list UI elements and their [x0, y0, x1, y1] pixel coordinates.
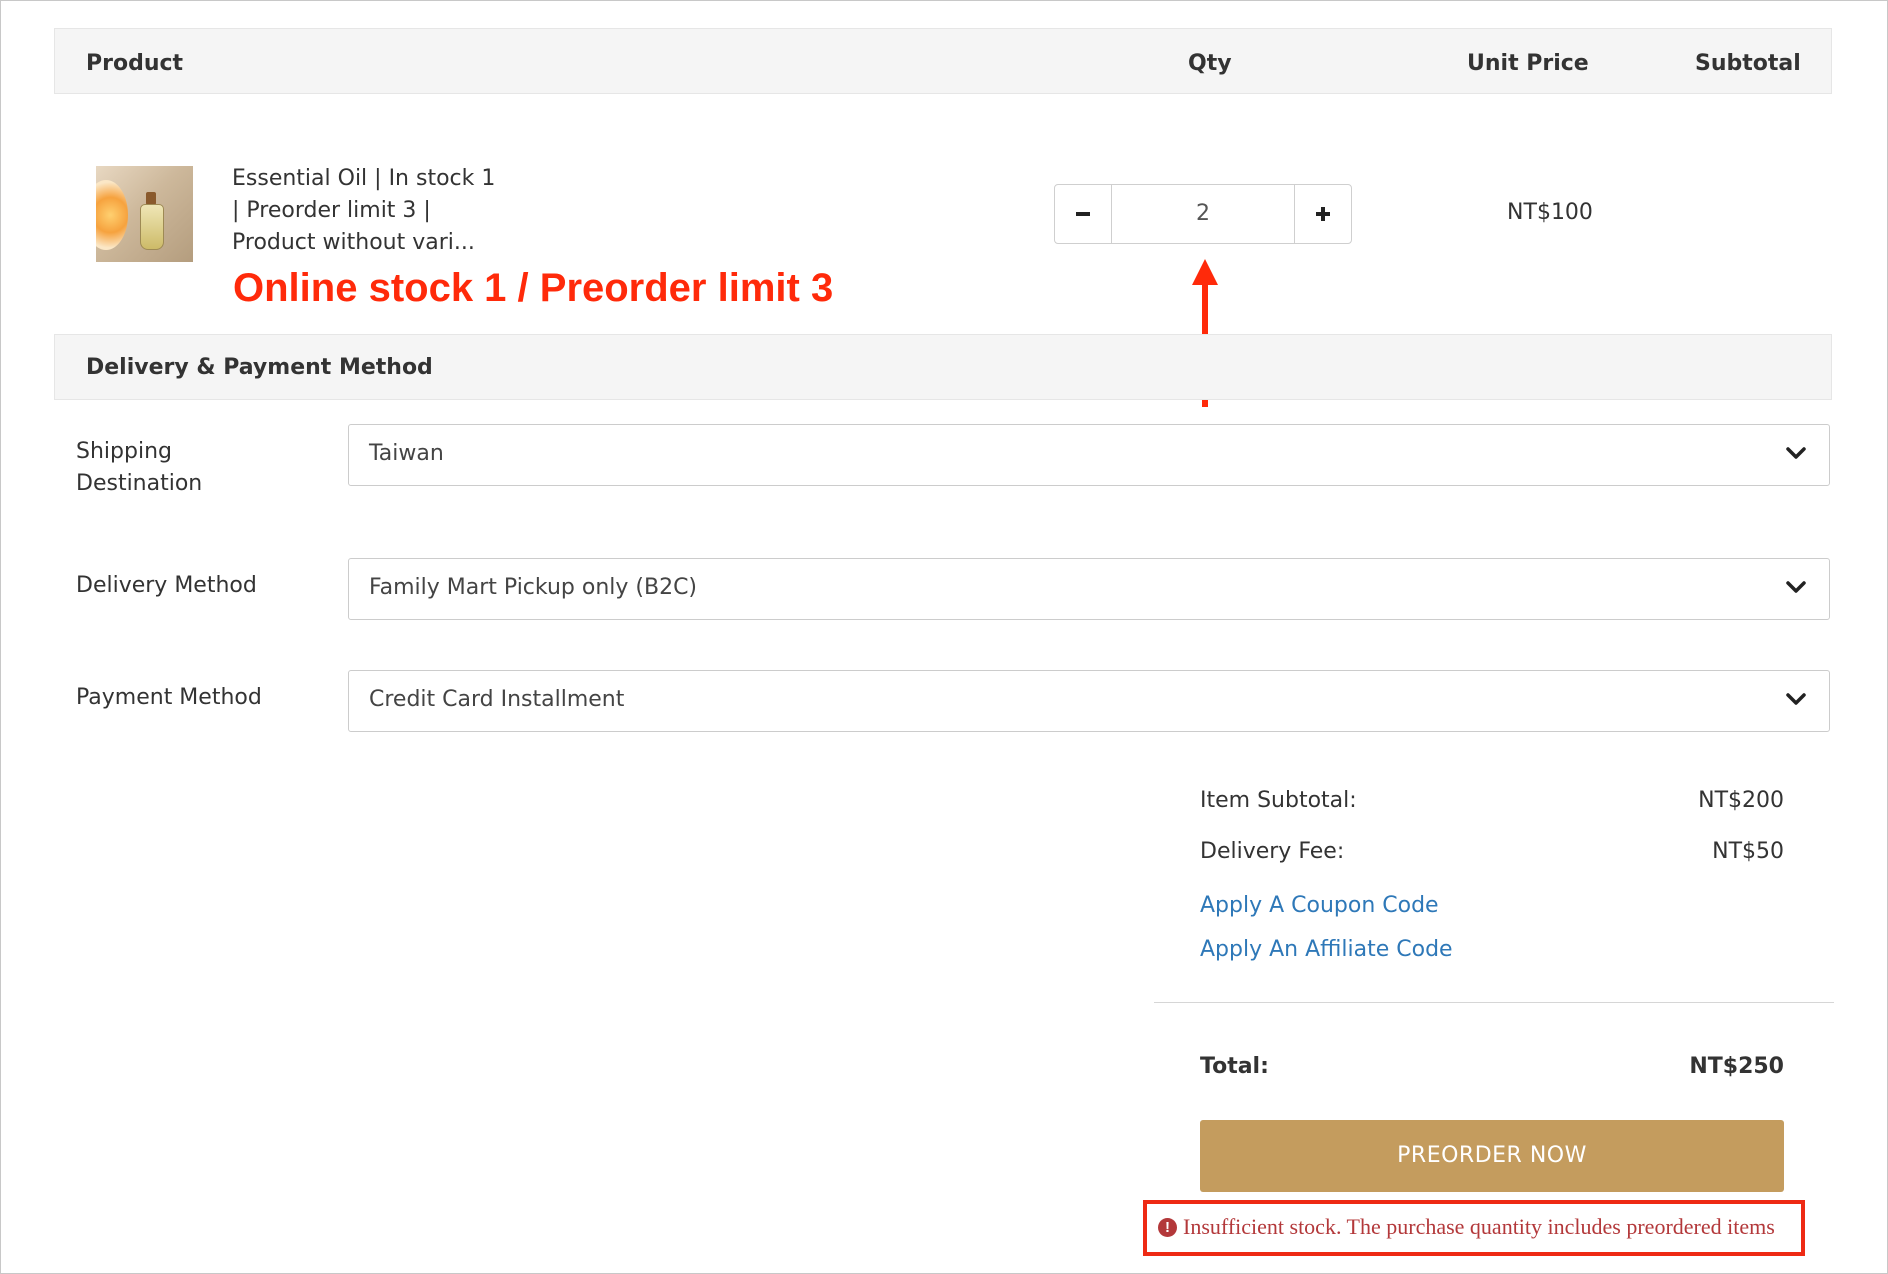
item-subtotal-label: Item Subtotal: [1200, 788, 1357, 813]
selected-value: Credit Card Installment [369, 687, 625, 712]
delivery-fee-label: Delivery Fee: [1200, 839, 1345, 864]
payment-method-select[interactable]: Credit Card Installment [348, 670, 1830, 732]
product-thumbnail[interactable] [96, 166, 193, 262]
payment-method-label: Payment Method [76, 685, 262, 710]
delivery-method-label: Delivery Method [76, 573, 257, 598]
delivery-payment-header: Delivery & Payment Method [54, 334, 1832, 400]
label-line: Destination [76, 471, 203, 496]
product-name-line: | Preorder limit 3 | [232, 198, 431, 223]
quantity-stepper: 2 [1054, 184, 1352, 244]
preorder-now-button[interactable]: PREORDER NOW [1200, 1120, 1784, 1192]
section-title: Delivery & Payment Method [86, 355, 433, 380]
error-text: Insufficient stock. The purchase quantit… [1183, 1214, 1775, 1239]
apply-affiliate-link[interactable]: Apply An Affiliate Code [1200, 937, 1453, 962]
shipping-destination-label: Shipping Destination [76, 436, 202, 500]
chevron-down-icon [1786, 693, 1806, 705]
product-name[interactable]: Essential Oil | In stock 1 | Preorder li… [232, 163, 522, 259]
header-product: Product [86, 51, 184, 76]
plus-icon [1316, 207, 1330, 221]
product-name-line: Essential Oil | In stock 1 [232, 166, 496, 191]
minus-icon [1076, 212, 1090, 216]
increase-qty-button[interactable] [1295, 185, 1351, 243]
flower-graphic [96, 180, 128, 250]
selected-value: Taiwan [369, 441, 444, 466]
unit-price: NT$100 [1507, 200, 1593, 225]
apply-coupon-link[interactable]: Apply A Coupon Code [1200, 893, 1439, 918]
stock-annotation: Online stock 1 / Preorder limit 3 [233, 266, 834, 310]
header-qty: Qty [1188, 51, 1232, 76]
error-message: ! Insufficient stock. The purchase quant… [1158, 1214, 1775, 1240]
summary-divider [1154, 1002, 1834, 1003]
shipping-destination-select[interactable]: Taiwan [348, 424, 1830, 486]
total-label: Total: [1200, 1054, 1269, 1079]
chevron-down-icon [1786, 581, 1806, 593]
product-name-line: Product without vari... [232, 230, 475, 255]
header-subtotal: Subtotal [1695, 51, 1801, 76]
delivery-fee-value: NT$50 [1712, 839, 1784, 864]
delivery-method-select[interactable]: Family Mart Pickup only (B2C) [348, 558, 1830, 620]
oil-bottle-graphic [140, 204, 164, 250]
alert-icon: ! [1158, 1217, 1177, 1237]
cart-table-header: Product Qty Unit Price Subtotal [54, 28, 1832, 94]
label-line: Shipping [76, 439, 172, 464]
total-value: NT$250 [1689, 1054, 1784, 1079]
selected-value: Family Mart Pickup only (B2C) [369, 575, 698, 600]
decrease-qty-button[interactable] [1055, 185, 1111, 243]
header-unit-price: Unit Price [1467, 51, 1589, 76]
item-subtotal-value: NT$200 [1698, 788, 1784, 813]
quantity-input[interactable]: 2 [1111, 185, 1295, 243]
chevron-down-icon [1786, 447, 1806, 459]
